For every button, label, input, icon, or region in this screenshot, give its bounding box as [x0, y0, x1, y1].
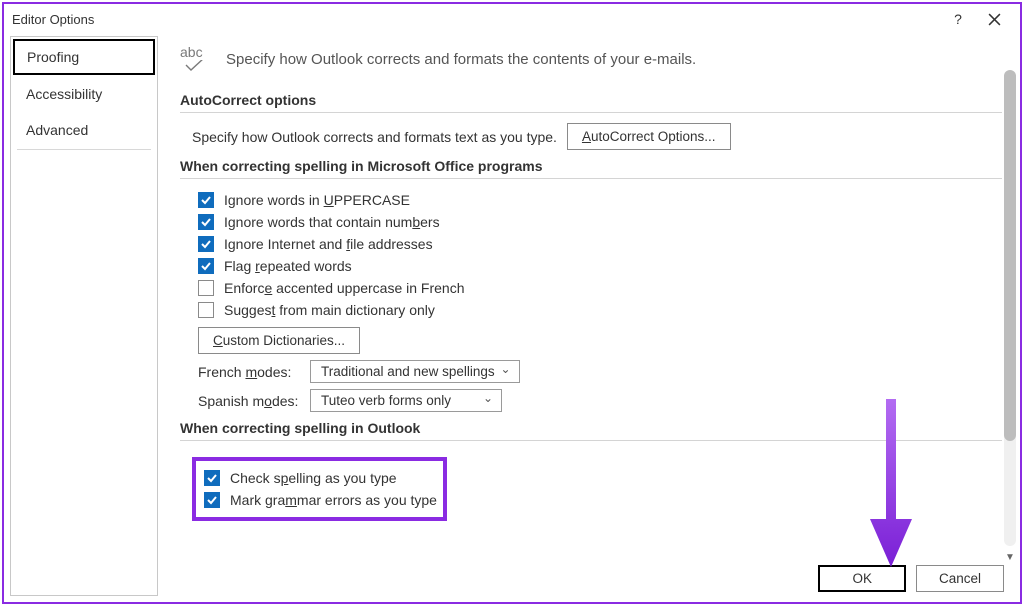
intro-text: Specify how Outlook corrects and formats… — [226, 51, 696, 68]
content-panel: abc Specify how Outlook corrects and for… — [158, 34, 1020, 602]
checkbox-icon — [198, 214, 214, 230]
ok-button[interactable]: OK — [818, 565, 906, 592]
check-label: Ignore words that contain numbers — [224, 214, 440, 230]
sidebar-item-proofing[interactable]: Proofing — [13, 39, 155, 75]
section-header-outlook-spelling: When correcting spelling in Outlook — [180, 420, 1002, 436]
scroll-thumb[interactable] — [1004, 70, 1016, 441]
check-ignore-numbers[interactable]: Ignore words that contain numbers — [198, 211, 1002, 233]
check-label: Enforce accented uppercase in French — [224, 280, 465, 296]
spanish-modes-label: Spanish modes: — [198, 393, 302, 409]
help-icon[interactable]: ? — [940, 5, 976, 33]
check-ignore-uppercase[interactable]: Ignore words in UPPERCASE — [198, 189, 1002, 211]
dialog-footer: OK Cancel — [818, 565, 1004, 592]
custom-dictionaries-button[interactable]: Custom Dictionaries... — [198, 327, 360, 354]
check-suggest-main-dict[interactable]: Suggest from main dictionary only — [198, 299, 1002, 321]
sidebar-divider — [17, 149, 151, 150]
check-label: Flag repeated words — [224, 258, 352, 274]
sidebar-item-label: Advanced — [26, 122, 88, 138]
check-enforce-accented[interactable]: Enforce accented uppercase in French — [198, 277, 1002, 299]
sidebar-item-advanced[interactable]: Advanced — [13, 113, 155, 147]
check-label: Ignore Internet and file addresses — [224, 236, 433, 252]
highlight-annotation: Check spelling as you type Mark grammar … — [192, 457, 447, 521]
sidebar-item-accessibility[interactable]: Accessibility — [13, 77, 155, 111]
checkbox-icon — [204, 492, 220, 508]
titlebar: Editor Options ? — [4, 4, 1020, 34]
check-label: Check spelling as you type — [230, 470, 397, 486]
checkbox-icon — [198, 236, 214, 252]
scroll-track[interactable] — [1004, 70, 1016, 546]
sidebar: Proofing Accessibility Advanced — [10, 36, 158, 596]
french-modes-label: French modes: — [198, 364, 302, 380]
check-label: Ignore words in UPPERCASE — [224, 192, 410, 208]
checkbox-icon — [198, 302, 214, 318]
close-icon[interactable] — [976, 5, 1012, 33]
scroll-down-icon[interactable]: ▼ — [1004, 550, 1016, 564]
cancel-button[interactable]: Cancel — [916, 565, 1004, 592]
section-rule — [180, 112, 1002, 113]
check-flag-repeated[interactable]: Flag repeated words — [198, 255, 1002, 277]
check-spelling-as-you-type[interactable]: Check spelling as you type — [204, 467, 437, 489]
editor-options-dialog: Editor Options ? Proofing Accessibility … — [2, 2, 1022, 604]
section-header-office-spelling: When correcting spelling in Microsoft Of… — [180, 158, 1002, 174]
checkbox-icon — [198, 192, 214, 208]
autocorrect-options-button[interactable]: AutoCorrect Options... — [567, 123, 731, 150]
scrollbar[interactable]: ▲ ▼ — [1004, 70, 1016, 546]
sidebar-item-label: Accessibility — [26, 86, 102, 102]
section-rule — [180, 178, 1002, 179]
spanish-modes-dropdown[interactable]: Tuteo verb forms only — [310, 389, 502, 412]
section-header-autocorrect: AutoCorrect options — [180, 92, 1002, 108]
autocorrect-desc: Specify how Outlook corrects and formats… — [192, 129, 557, 145]
checkbox-icon — [198, 280, 214, 296]
proofing-icon: abc — [180, 44, 212, 74]
french-modes-dropdown[interactable]: Traditional and new spellings — [310, 360, 520, 383]
check-label: Mark grammar errors as you type — [230, 492, 437, 508]
checkbox-icon — [204, 470, 220, 486]
section-rule — [180, 440, 1002, 441]
check-grammar-as-you-type[interactable]: Mark grammar errors as you type — [204, 489, 437, 511]
sidebar-item-label: Proofing — [27, 49, 79, 65]
checkbox-icon — [198, 258, 214, 274]
check-ignore-internet[interactable]: Ignore Internet and file addresses — [198, 233, 1002, 255]
check-label: Suggest from main dictionary only — [224, 302, 435, 318]
window-title: Editor Options — [12, 12, 94, 27]
